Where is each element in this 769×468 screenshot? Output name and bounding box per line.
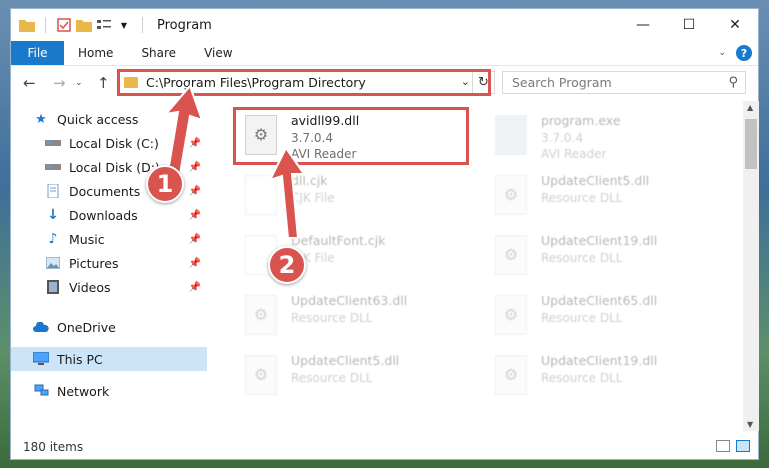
- annotation-arrows: [163, 84, 306, 239]
- arrow-1: [163, 84, 204, 176]
- arrow-2: [268, 146, 306, 239]
- step-marker-2: 2: [268, 246, 306, 284]
- step-marker-1: 1: [146, 165, 184, 203]
